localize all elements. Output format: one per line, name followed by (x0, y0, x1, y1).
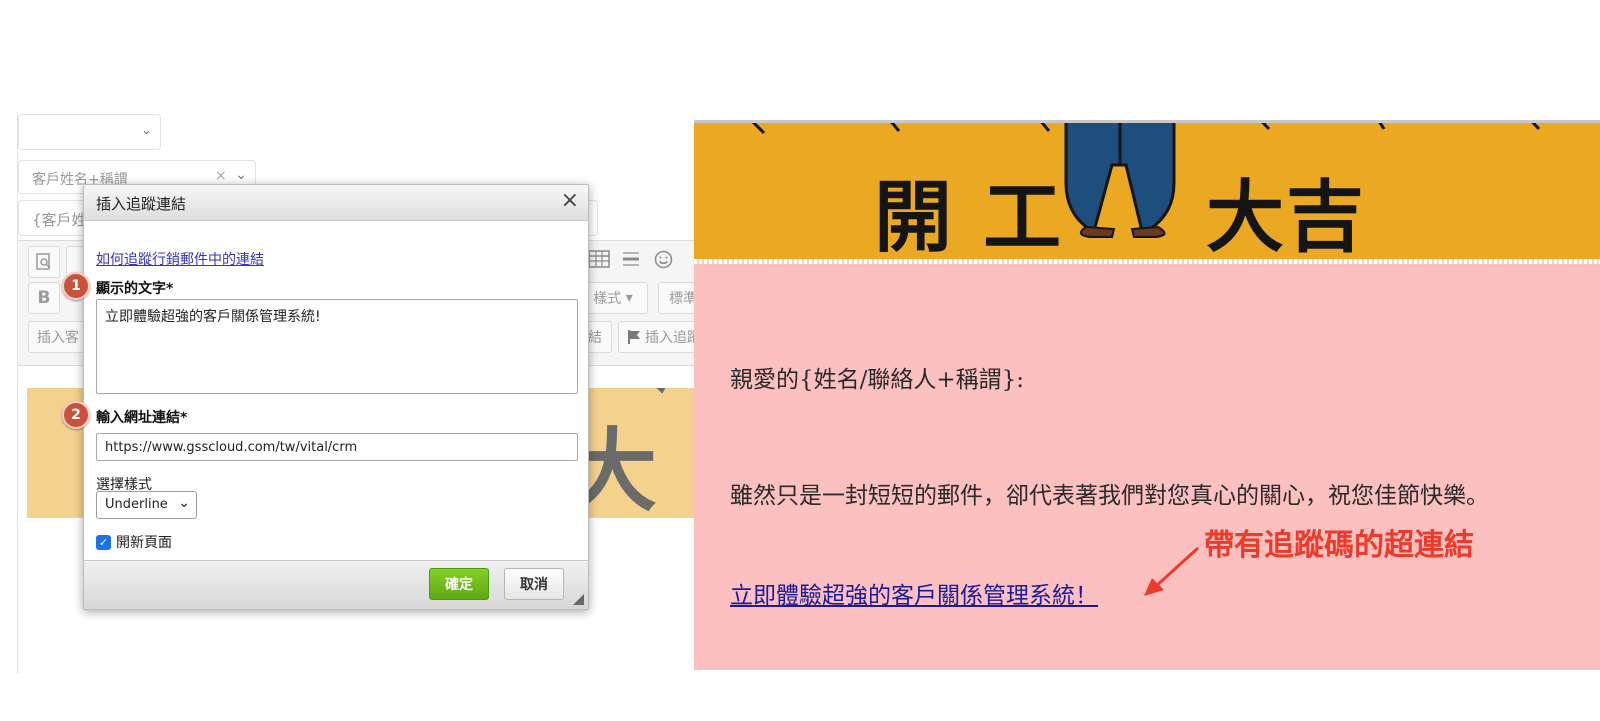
help-link[interactable]: 如何追蹤行銷郵件中的連結 (96, 249, 264, 269)
resize-grip-icon[interactable] (573, 594, 584, 605)
display-text-label: 顯示的文字* (96, 281, 174, 297)
screenshot-stage: ⌄ 客戶姓名+稱謂 × ⌄ {客戶姓 B 插入客 樣式 ▾ 標準 結 插入追蹤 … (0, 0, 1600, 721)
banner-title-right: 大吉 (1206, 172, 1367, 259)
step-1-badge: 1 (62, 272, 90, 300)
smiley-icon[interactable] (654, 250, 673, 269)
display-text-field[interactable]: 立即體驗超強的客戶關係管理系統! (96, 299, 578, 394)
close-icon[interactable]: × (561, 188, 579, 213)
chevron-down-icon: ⌄ (178, 495, 190, 511)
link-style-select[interactable]: Underline ⌄ (96, 491, 197, 519)
mascot-illustration (751, 123, 1541, 238)
open-new-page-checkbox[interactable]: ✓ (96, 534, 111, 550)
body-text: 雖然只是一封短短的郵件，卻代表著我們對您真心的關心，祝您佳節快樂。 (730, 483, 1489, 509)
insert-tracking-link-dialog: 插入追蹤連結 × 如何追蹤行銷郵件中的連結 1 顯示的文字* 立即體驗超強的客戶… (62, 184, 589, 610)
confirm-button[interactable]: 確定 (429, 568, 489, 600)
clear-icon[interactable]: × (215, 168, 227, 184)
banner-divider (694, 259, 1600, 264)
horizontal-line-icon[interactable] (622, 250, 640, 268)
greeting-text: 親愛的{姓名/聯絡人+稱謂}: (730, 367, 1025, 393)
template-select[interactable]: ⌄ (18, 114, 161, 150)
dialog-title: 插入追蹤連結 (96, 195, 187, 213)
open-new-page-label: 開新頁面 (116, 535, 172, 551)
email-preview: 開 工 大吉 親愛的{姓名/聯絡人+稱謂}: 雖然只是一封短短的郵件，卻代表著我… (694, 120, 1600, 670)
banner-title-left: 開 工 (874, 172, 1064, 259)
cancel-button[interactable]: 取消 (504, 568, 564, 600)
dialog-footer: 確定 取消 (84, 560, 588, 609)
url-input[interactable] (96, 433, 578, 461)
insert-tracking-link-label: 插入追蹤 (645, 330, 701, 346)
annotation-label: 帶有追蹤碼的超連結 (1204, 528, 1474, 563)
bold-button[interactable]: B (28, 282, 60, 314)
flag-icon (628, 330, 640, 344)
variable-field-value: {客戶姓 (32, 211, 87, 229)
link-style-value: Underline (105, 497, 168, 512)
chevron-down-icon: ⌄ (235, 167, 247, 183)
banner-image: 開 工 大吉 (694, 120, 1600, 259)
url-label: 輸入網址連結* (96, 410, 188, 426)
tracking-hyperlink[interactable]: 立即體驗超強的客戶關係管理系統！ (730, 576, 1098, 610)
preview-icon[interactable] (28, 246, 60, 278)
step-2-badge: 2 (62, 401, 90, 429)
table-icon[interactable] (588, 250, 610, 268)
open-new-page-option: ✓ 開新頁面 (96, 532, 172, 552)
dialog-header: 插入追蹤連結 × (84, 185, 588, 221)
editor-border (17, 112, 18, 674)
chevron-down-icon: ⌄ (141, 123, 152, 138)
insert-customer-button[interactable]: 插入客 (28, 321, 88, 353)
style-dropdown-label: 樣式 (593, 291, 622, 307)
